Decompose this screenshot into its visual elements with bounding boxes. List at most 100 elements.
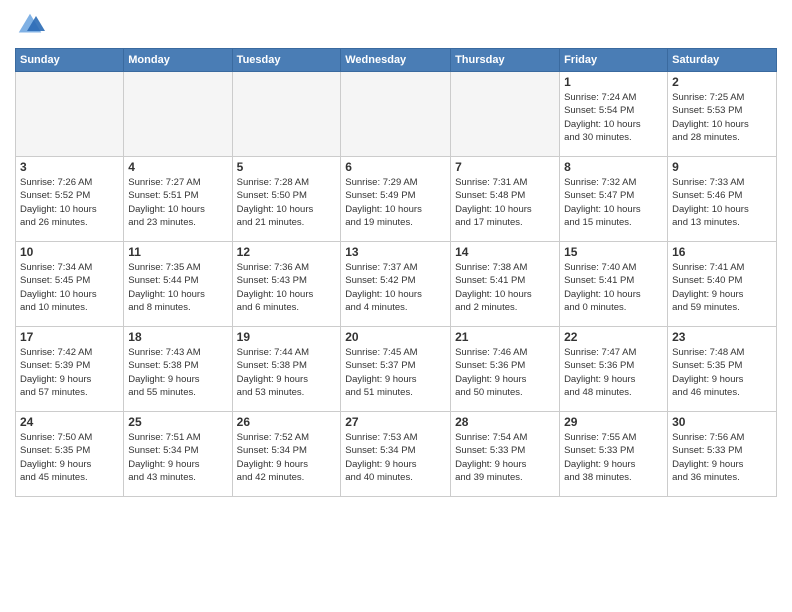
calendar-cell: 3 Sunrise: 7:26 AMSunset: 5:52 PMDaylight…: [16, 157, 124, 242]
day-number: 2: [672, 75, 772, 89]
weekday-header-sunday: Sunday: [16, 49, 124, 72]
day-info: Sunrise: 7:32 AMSunset: 5:47 PMDaylight:…: [564, 176, 663, 229]
calendar-cell: 8 Sunrise: 7:32 AMSunset: 5:47 PMDaylight…: [560, 157, 668, 242]
day-info: Sunrise: 7:38 AMSunset: 5:41 PMDaylight:…: [455, 261, 555, 314]
day-info: Sunrise: 7:54 AMSunset: 5:33 PMDaylight:…: [455, 431, 555, 484]
day-info: Sunrise: 7:25 AMSunset: 5:53 PMDaylight:…: [672, 91, 772, 144]
day-info: Sunrise: 7:34 AMSunset: 5:45 PMDaylight:…: [20, 261, 119, 314]
calendar-cell: 30 Sunrise: 7:56 AMSunset: 5:33 PMDayligh…: [668, 412, 777, 497]
day-info: Sunrise: 7:31 AMSunset: 5:48 PMDaylight:…: [455, 176, 555, 229]
day-info: Sunrise: 7:29 AMSunset: 5:49 PMDaylight:…: [345, 176, 446, 229]
day-number: 3: [20, 160, 119, 174]
calendar-table: SundayMondayTuesdayWednesdayThursdayFrid…: [15, 48, 777, 497]
day-number: 22: [564, 330, 663, 344]
calendar-cell: 2 Sunrise: 7:25 AMSunset: 5:53 PMDaylight…: [668, 72, 777, 157]
day-number: 25: [128, 415, 227, 429]
page: SundayMondayTuesdayWednesdayThursdayFrid…: [0, 0, 792, 612]
day-number: 30: [672, 415, 772, 429]
calendar-cell: 23 Sunrise: 7:48 AMSunset: 5:35 PMDayligh…: [668, 327, 777, 412]
logo: [15, 10, 49, 40]
day-number: 18: [128, 330, 227, 344]
day-info: Sunrise: 7:50 AMSunset: 5:35 PMDaylight:…: [20, 431, 119, 484]
logo-icon: [15, 10, 45, 40]
weekday-header-wednesday: Wednesday: [341, 49, 451, 72]
day-info: Sunrise: 7:47 AMSunset: 5:36 PMDaylight:…: [564, 346, 663, 399]
day-number: 26: [237, 415, 337, 429]
weekday-header-tuesday: Tuesday: [232, 49, 341, 72]
day-number: 16: [672, 245, 772, 259]
day-info: Sunrise: 7:41 AMSunset: 5:40 PMDaylight:…: [672, 261, 772, 314]
day-number: 24: [20, 415, 119, 429]
day-info: Sunrise: 7:53 AMSunset: 5:34 PMDaylight:…: [345, 431, 446, 484]
day-number: 8: [564, 160, 663, 174]
day-number: 7: [455, 160, 555, 174]
calendar-cell: 17 Sunrise: 7:42 AMSunset: 5:39 PMDayligh…: [16, 327, 124, 412]
day-info: Sunrise: 7:55 AMSunset: 5:33 PMDaylight:…: [564, 431, 663, 484]
calendar-body: 1Sunrise: 7:24 AMSunset: 5:54 PMDaylight…: [16, 72, 777, 497]
day-info: Sunrise: 7:56 AMSunset: 5:33 PMDaylight:…: [672, 431, 772, 484]
calendar-cell: [124, 72, 232, 157]
calendar-cell: [341, 72, 451, 157]
day-info: Sunrise: 7:33 AMSunset: 5:46 PMDaylight:…: [672, 176, 772, 229]
day-number: 29: [564, 415, 663, 429]
day-number: 28: [455, 415, 555, 429]
day-info: Sunrise: 7:48 AMSunset: 5:35 PMDaylight:…: [672, 346, 772, 399]
calendar-cell: 4 Sunrise: 7:27 AMSunset: 5:51 PMDaylight…: [124, 157, 232, 242]
calendar-cell: 27 Sunrise: 7:53 AMSunset: 5:34 PMDayligh…: [341, 412, 451, 497]
day-number: 6: [345, 160, 446, 174]
day-number: 11: [128, 245, 227, 259]
day-info: Sunrise: 7:28 AMSunset: 5:50 PMDaylight:…: [237, 176, 337, 229]
day-info: Sunrise: 7:52 AMSunset: 5:34 PMDaylight:…: [237, 431, 337, 484]
day-number: 14: [455, 245, 555, 259]
calendar-cell: 18 Sunrise: 7:43 AMSunset: 5:38 PMDayligh…: [124, 327, 232, 412]
day-number: 15: [564, 245, 663, 259]
calendar-cell: [232, 72, 341, 157]
day-number: 12: [237, 245, 337, 259]
day-info: Sunrise: 7:46 AMSunset: 5:36 PMDaylight:…: [455, 346, 555, 399]
weekday-header-row: SundayMondayTuesdayWednesdayThursdayFrid…: [16, 49, 777, 72]
day-info: Sunrise: 7:44 AMSunset: 5:38 PMDaylight:…: [237, 346, 337, 399]
calendar-cell: 15Sunrise: 7:40 AMSunset: 5:41 PMDayligh…: [560, 242, 668, 327]
day-info: Sunrise: 7:42 AMSunset: 5:39 PMDaylight:…: [20, 346, 119, 399]
day-number: 5: [237, 160, 337, 174]
calendar-cell: 11Sunrise: 7:35 AMSunset: 5:44 PMDayligh…: [124, 242, 232, 327]
day-number: 13: [345, 245, 446, 259]
calendar-header: SundayMondayTuesdayWednesdayThursdayFrid…: [16, 49, 777, 72]
weekday-header-thursday: Thursday: [451, 49, 560, 72]
day-number: 27: [345, 415, 446, 429]
calendar-cell: 25Sunrise: 7:51 AMSunset: 5:34 PMDayligh…: [124, 412, 232, 497]
day-number: 21: [455, 330, 555, 344]
calendar-week-4: 17 Sunrise: 7:42 AMSunset: 5:39 PMDayligh…: [16, 327, 777, 412]
calendar-cell: 1Sunrise: 7:24 AMSunset: 5:54 PMDaylight…: [560, 72, 668, 157]
calendar-cell: 6 Sunrise: 7:29 AMSunset: 5:49 PMDaylight…: [341, 157, 451, 242]
calendar-cell: 16 Sunrise: 7:41 AMSunset: 5:40 PMDayligh…: [668, 242, 777, 327]
calendar-cell: [16, 72, 124, 157]
calendar-cell: [451, 72, 560, 157]
calendar-cell: 20Sunrise: 7:45 AMSunset: 5:37 PMDayligh…: [341, 327, 451, 412]
calendar-cell: 19 Sunrise: 7:44 AMSunset: 5:38 PMDayligh…: [232, 327, 341, 412]
calendar-cell: 7 Sunrise: 7:31 AMSunset: 5:48 PMDaylight…: [451, 157, 560, 242]
day-number: 17: [20, 330, 119, 344]
day-info: Sunrise: 7:27 AMSunset: 5:51 PMDaylight:…: [128, 176, 227, 229]
day-number: 4: [128, 160, 227, 174]
weekday-header-friday: Friday: [560, 49, 668, 72]
calendar-cell: 24 Sunrise: 7:50 AMSunset: 5:35 PMDayligh…: [16, 412, 124, 497]
day-info: Sunrise: 7:43 AMSunset: 5:38 PMDaylight:…: [128, 346, 227, 399]
calendar-cell: 22 Sunrise: 7:47 AMSunset: 5:36 PMDayligh…: [560, 327, 668, 412]
calendar-week-1: 1Sunrise: 7:24 AMSunset: 5:54 PMDaylight…: [16, 72, 777, 157]
calendar-cell: 10Sunrise: 7:34 AMSunset: 5:45 PMDayligh…: [16, 242, 124, 327]
calendar-cell: 5 Sunrise: 7:28 AMSunset: 5:50 PMDaylight…: [232, 157, 341, 242]
calendar-cell: 28 Sunrise: 7:54 AMSunset: 5:33 PMDayligh…: [451, 412, 560, 497]
day-number: 23: [672, 330, 772, 344]
calendar-cell: 12 Sunrise: 7:36 AMSunset: 5:43 PMDayligh…: [232, 242, 341, 327]
calendar-cell: 9 Sunrise: 7:33 AMSunset: 5:46 PMDaylight…: [668, 157, 777, 242]
day-number: 19: [237, 330, 337, 344]
day-info: Sunrise: 7:37 AMSunset: 5:42 PMDaylight:…: [345, 261, 446, 314]
day-number: 9: [672, 160, 772, 174]
day-info: Sunrise: 7:36 AMSunset: 5:43 PMDaylight:…: [237, 261, 337, 314]
day-info: Sunrise: 7:45 AMSunset: 5:37 PMDaylight:…: [345, 346, 446, 399]
weekday-header-saturday: Saturday: [668, 49, 777, 72]
day-info: Sunrise: 7:26 AMSunset: 5:52 PMDaylight:…: [20, 176, 119, 229]
calendar-cell: 21 Sunrise: 7:46 AMSunset: 5:36 PMDayligh…: [451, 327, 560, 412]
calendar-cell: 29 Sunrise: 7:55 AMSunset: 5:33 PMDayligh…: [560, 412, 668, 497]
